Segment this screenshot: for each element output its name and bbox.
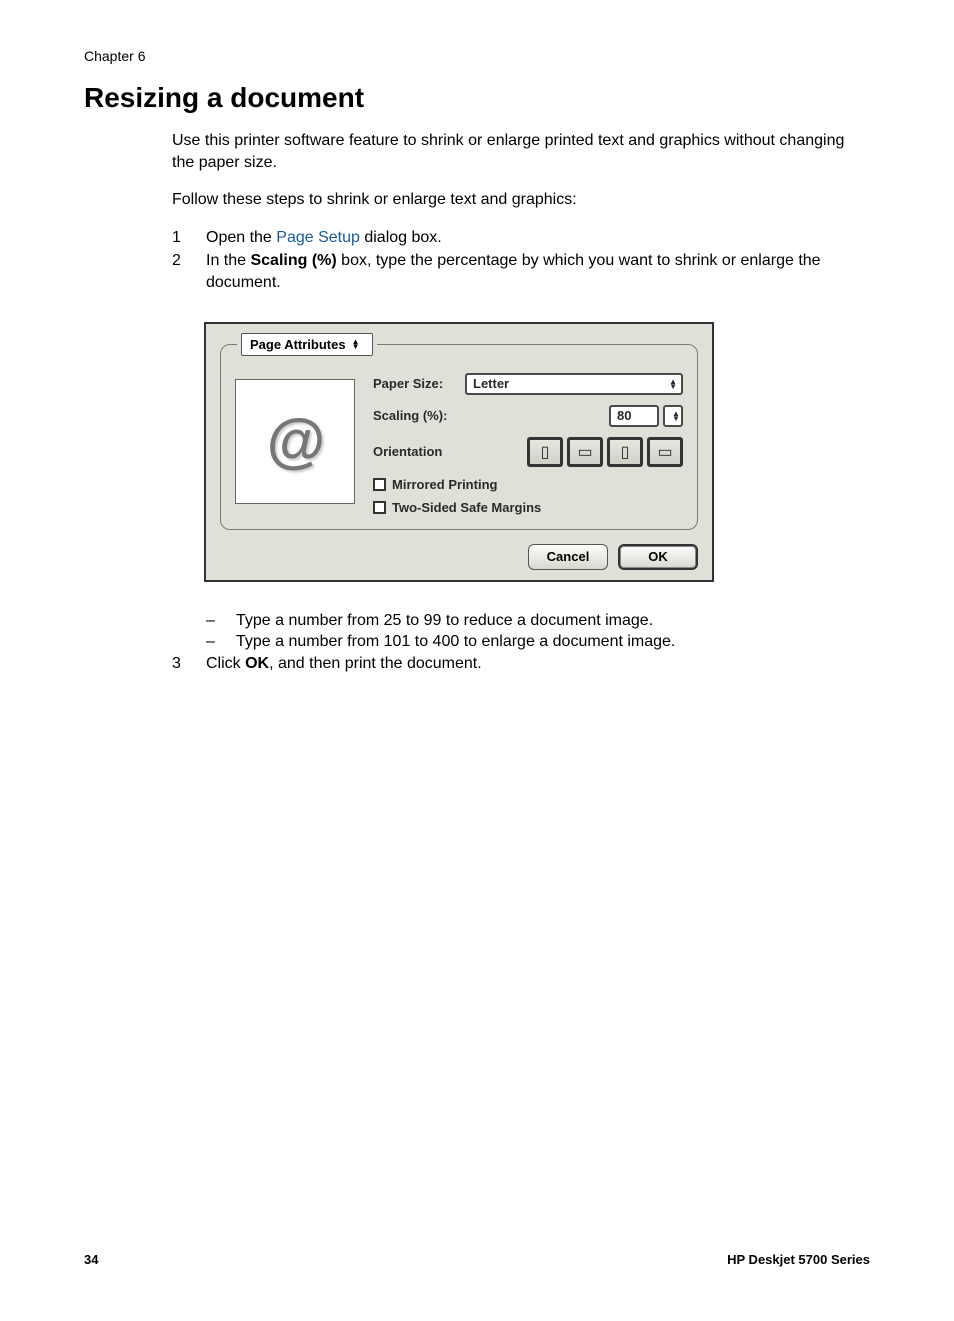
settings-tab-popup[interactable]: Page Attributes ▲▼ bbox=[237, 333, 377, 356]
step-3: 3 Click OK, and then print the document. bbox=[172, 653, 870, 675]
scaling-stepper[interactable]: ▲▼ bbox=[663, 405, 683, 427]
step-number: 1 bbox=[172, 227, 206, 249]
checkbox-icon bbox=[373, 478, 386, 491]
ok-bold: OK bbox=[245, 655, 269, 672]
sub-text: Type a number from 25 to 99 to reduce a … bbox=[236, 610, 653, 632]
paper-size-row: Paper Size: Letter ▲▼ bbox=[373, 373, 683, 395]
step-text: Open the Page Setup dialog box. bbox=[206, 227, 870, 249]
orientation-row: Orientation ▯ ▭ ▯ ▭ bbox=[373, 437, 683, 467]
cancel-label: Cancel bbox=[547, 549, 590, 564]
portrait-reverse-icon: ▯ bbox=[621, 442, 630, 462]
landscape-icon: ▭ bbox=[577, 442, 592, 462]
page-setup-dialog-figure: Page Attributes ▲▼ @ Paper Size: Letter bbox=[204, 322, 870, 582]
tab-label-text: Page Attributes bbox=[250, 337, 346, 352]
text: , and then print the document. bbox=[269, 655, 482, 672]
chevron-updown-icon: ▲▼ bbox=[352, 339, 360, 349]
sub-bullet-1: – Type a number from 25 to 99 to reduce … bbox=[206, 610, 870, 632]
product-name: HP Deskjet 5700 Series bbox=[727, 1252, 870, 1267]
two-sided-safe-margins-checkbox[interactable]: Two-Sided Safe Margins bbox=[373, 500, 683, 515]
orientation-landscape-button[interactable]: ▭ bbox=[567, 437, 603, 467]
scaling-label: Scaling (%): bbox=[373, 408, 465, 423]
at-sign-icon: @ bbox=[266, 407, 325, 476]
scaling-value: 80 bbox=[617, 408, 631, 423]
orientation-reverse-portrait-button[interactable]: ▯ bbox=[607, 437, 643, 467]
paper-size-value: Letter bbox=[473, 376, 509, 391]
page-footer: 34 HP Deskjet 5700 Series bbox=[84, 1252, 870, 1267]
paper-size-select[interactable]: Letter ▲▼ bbox=[465, 373, 683, 395]
orientation-label: Orientation bbox=[373, 444, 465, 459]
steps-list: 1 Open the Page Setup dialog box. 2 In t… bbox=[172, 227, 870, 294]
text: Click bbox=[206, 655, 245, 672]
step-1: 1 Open the Page Setup dialog box. bbox=[172, 227, 870, 249]
page-number: 34 bbox=[84, 1252, 98, 1267]
sub-bullet-2: – Type a number from 101 to 400 to enlar… bbox=[206, 631, 870, 653]
landscape-reverse-icon: ▭ bbox=[657, 442, 672, 462]
scaling-input[interactable]: 80 bbox=[609, 405, 659, 427]
orientation-portrait-button[interactable]: ▯ bbox=[527, 437, 563, 467]
page-preview: @ bbox=[235, 379, 355, 504]
dash: – bbox=[206, 610, 236, 632]
dash: – bbox=[206, 631, 236, 653]
text: In the bbox=[206, 252, 250, 269]
text: Open the bbox=[206, 229, 276, 246]
sub-text: Type a number from 101 to 400 to enlarge… bbox=[236, 631, 675, 653]
scaling-bold: Scaling (%) bbox=[250, 252, 336, 269]
step-text: Click OK, and then print the document. bbox=[206, 653, 870, 675]
scaling-row: Scaling (%): 80 ▲▼ bbox=[373, 405, 683, 427]
chapter-header: Chapter 6 bbox=[84, 48, 870, 64]
orientation-reverse-landscape-button[interactable]: ▭ bbox=[647, 437, 683, 467]
intro-paragraph-1: Use this printer software feature to shr… bbox=[172, 130, 870, 173]
intro-paragraph-2: Follow these steps to shrink or enlarge … bbox=[172, 189, 870, 211]
paper-size-label: Paper Size: bbox=[373, 376, 465, 391]
step-2: 2 In the Scaling (%) box, type the perce… bbox=[172, 250, 870, 293]
step-text: In the Scaling (%) box, type the percent… bbox=[206, 250, 870, 293]
steps-continued: – Type a number from 25 to 99 to reduce … bbox=[172, 610, 870, 675]
portrait-icon: ▯ bbox=[541, 442, 550, 462]
page-setup-link[interactable]: Page Setup bbox=[276, 229, 360, 246]
page-heading: Resizing a document bbox=[84, 82, 870, 114]
mirrored-printing-checkbox[interactable]: Mirrored Printing bbox=[373, 477, 683, 492]
ok-button[interactable]: OK bbox=[618, 544, 698, 570]
ok-label: OK bbox=[648, 549, 668, 564]
chevron-updown-icon: ▲▼ bbox=[669, 379, 677, 389]
step-number: 3 bbox=[172, 653, 206, 675]
two-sided-label: Two-Sided Safe Margins bbox=[392, 500, 541, 515]
chevron-updown-icon: ▲▼ bbox=[672, 411, 680, 421]
mirrored-printing-label: Mirrored Printing bbox=[392, 477, 497, 492]
checkbox-icon bbox=[373, 501, 386, 514]
cancel-button[interactable]: Cancel bbox=[528, 544, 608, 570]
page-setup-dialog: Page Attributes ▲▼ @ Paper Size: Letter bbox=[204, 322, 714, 582]
dialog-inner: Page Attributes ▲▼ @ Paper Size: Letter bbox=[220, 344, 698, 530]
step-number: 2 bbox=[172, 250, 206, 293]
text: dialog box. bbox=[360, 229, 442, 246]
